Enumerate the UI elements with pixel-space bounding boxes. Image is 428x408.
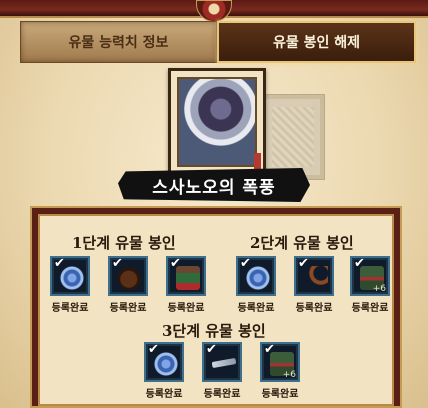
stage-1-slot-3[interactable]: ✔ 등록완료 <box>166 256 206 314</box>
horn-relic-icon <box>304 266 328 290</box>
swirl-relic-icon <box>60 266 84 290</box>
relic-name: 스사노오의 폭풍 <box>152 177 276 198</box>
stage-1-slot-1[interactable]: ✔ 등록완료 <box>50 256 90 314</box>
stage-1-title: 1단계 유물 봉인 <box>72 234 176 252</box>
enhance-level: +6 <box>372 284 386 294</box>
armor-relic-icon <box>176 266 200 290</box>
swirl-relic-icon <box>154 352 178 376</box>
slot-status: 등록완료 <box>351 303 389 314</box>
tab-relic-stats[interactable]: 유물 능력치 정보 <box>20 21 217 63</box>
slot-status: 등록완료 <box>261 389 299 400</box>
seal-stamp-icon <box>254 153 261 169</box>
slot-status: 등록완료 <box>167 303 205 314</box>
relic-name-banner: 스사노오의 폭풍 <box>118 168 310 202</box>
stage-3-slot-2[interactable]: ✔ 등록완료 <box>202 342 242 400</box>
slot-status: 등록완료 <box>109 303 147 314</box>
relic-card-next[interactable] <box>262 95 324 179</box>
slot-status: 등록완료 <box>295 303 333 314</box>
blade-relic-icon <box>211 357 237 369</box>
seal-panel-inner: 1단계 유물 봉인 ✔ 등록완료 ✔ 등록완료 ✔ 등록완료 2단계 유물 봉인… <box>38 214 394 406</box>
storm-relic-icon <box>177 77 257 167</box>
slot-status: 등록완료 <box>237 303 275 314</box>
stage-2-title: 2단계 유물 봉인 <box>250 234 354 252</box>
stage-2-slot-3[interactable]: ✔ +6 등록완료 <box>350 256 390 314</box>
stage-3-title: 3단계 유물 봉인 <box>162 322 266 340</box>
tab-relic-unseal[interactable]: 유물 봉인 해제 <box>217 21 416 63</box>
check-icon: ✔ <box>206 342 217 357</box>
leather-bag-icon <box>118 266 142 290</box>
enhance-level: +6 <box>282 370 296 380</box>
slot-status: 등록완료 <box>51 303 89 314</box>
stage-2-slot-1[interactable]: ✔ 등록완료 <box>236 256 276 314</box>
seal-panel: 1단계 유물 봉인 ✔ 등록완료 ✔ 등록완료 ✔ 등록완료 2단계 유물 봉인… <box>30 206 402 408</box>
stage-3-slot-1[interactable]: ✔ 등록완료 <box>144 342 184 400</box>
swirl-relic-icon <box>246 266 270 290</box>
frame-ornament-icon <box>196 0 232 22</box>
slot-status: 등록완료 <box>203 389 241 400</box>
stage-2-slot-2[interactable]: ✔ 등록완료 <box>294 256 334 314</box>
slot-status: 등록완료 <box>145 389 183 400</box>
relic-card[interactable] <box>168 68 266 176</box>
stage-3-slot-3[interactable]: ✔ +6 등록완료 <box>260 342 300 400</box>
stage-1-slot-2[interactable]: ✔ 등록완료 <box>108 256 148 314</box>
tab-bar: 유물 능력치 정보 유물 봉인 해제 <box>20 21 416 63</box>
